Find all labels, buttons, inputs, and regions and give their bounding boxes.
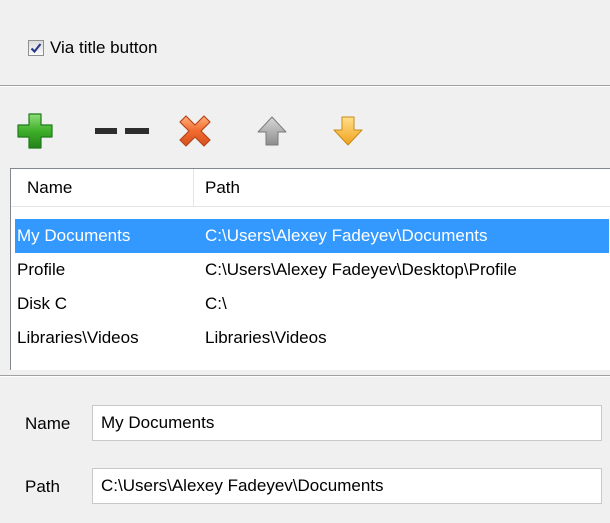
path-label: Path xyxy=(25,477,60,496)
list-row[interactable]: My Documents C:\Users\Alexey Fadeyev\Doc… xyxy=(15,219,609,253)
list-row[interactable]: Disk C C:\ xyxy=(15,287,609,321)
via-title-button-checkbox[interactable]: Via title button xyxy=(28,36,157,60)
column-header-path[interactable]: Path xyxy=(199,169,240,206)
row-path: C:\ xyxy=(205,294,227,313)
move-up-button[interactable] xyxy=(252,111,292,151)
list-header: Name Path xyxy=(11,169,610,207)
checkbox-box[interactable] xyxy=(28,40,44,56)
row-path: C:\Users\Alexey Fadeyev\Desktop\Profile xyxy=(205,260,517,279)
checkbox-label: Via title button xyxy=(50,38,158,57)
add-button[interactable] xyxy=(14,111,56,151)
row-name: My Documents xyxy=(17,226,131,245)
plus-icon xyxy=(17,113,53,149)
list-row[interactable]: Libraries\Videos Libraries\Videos xyxy=(15,321,609,355)
name-label: Name xyxy=(25,414,71,433)
arrow-up-icon xyxy=(257,116,287,146)
separator-button[interactable] xyxy=(92,111,154,151)
row-name: Libraries\Videos xyxy=(17,328,139,347)
row-path: Libraries\Videos xyxy=(205,328,327,347)
column-header-name[interactable]: Name xyxy=(21,169,72,206)
row-name: Disk C xyxy=(17,294,68,313)
column-divider[interactable] xyxy=(193,169,194,206)
folders-list[interactable]: Name Path My Documents C:\Users\Alexey F… xyxy=(10,168,610,370)
close-icon xyxy=(179,115,211,147)
delete-button[interactable] xyxy=(174,111,216,151)
row-name: Profile xyxy=(17,260,66,279)
list-row[interactable]: Profile C:\Users\Alexey Fadeyev\Desktop\… xyxy=(15,253,609,287)
separator-line xyxy=(0,85,610,87)
separator-icon xyxy=(95,128,149,134)
checkmark-icon xyxy=(30,43,42,54)
path-field[interactable] xyxy=(92,468,602,504)
move-down-button[interactable] xyxy=(328,111,368,151)
row-path: C:\Users\Alexey Fadeyev\Documents xyxy=(205,226,488,245)
arrow-down-icon xyxy=(333,116,363,146)
name-field[interactable] xyxy=(92,405,602,441)
separator-line xyxy=(0,375,610,377)
